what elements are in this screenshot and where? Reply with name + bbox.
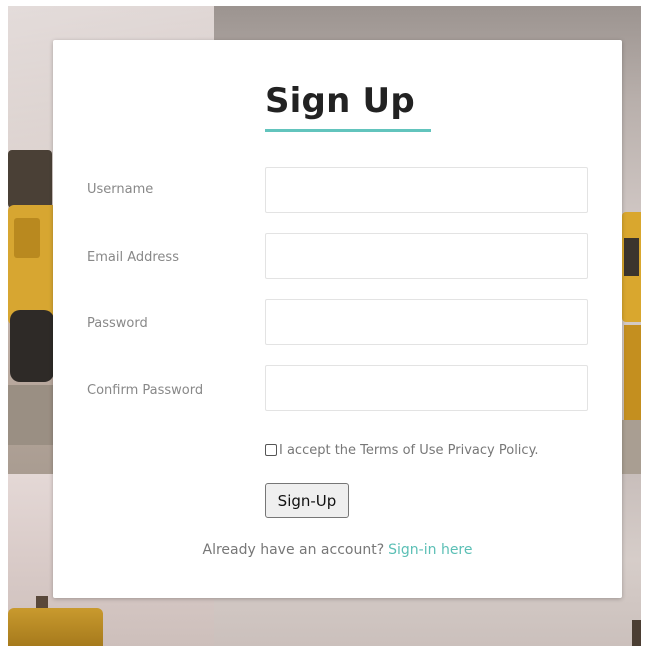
page-title: Sign Up	[265, 81, 415, 121]
title-underline	[265, 129, 431, 132]
machinery-shape	[10, 310, 54, 382]
email-input[interactable]	[265, 233, 588, 279]
ground-shape	[622, 420, 641, 474]
password-input[interactable]	[265, 299, 588, 345]
username-label: Username	[87, 182, 154, 197]
signup-card: Sign Up Username Email Address Password …	[53, 40, 622, 598]
machinery-shape	[624, 238, 639, 276]
terms-checkbox[interactable]	[265, 444, 277, 456]
confirm-password-input[interactable]	[265, 365, 588, 411]
confirm-password-label: Confirm Password	[87, 383, 204, 398]
password-label: Password	[87, 316, 148, 331]
machinery-shape	[624, 325, 641, 420]
machinery-shape	[14, 218, 40, 258]
signup-button[interactable]: Sign-Up	[265, 483, 349, 518]
signin-row: Already have an account? Sign-in here	[53, 540, 622, 560]
signin-prompt: Already have an account?	[202, 542, 385, 558]
signin-link[interactable]: Sign-in here	[388, 542, 472, 558]
terms-row: I accept the Terms of Use Privacy Policy…	[265, 440, 539, 460]
terms-label[interactable]: I accept the Terms of Use Privacy Policy…	[279, 443, 539, 458]
machinery-shape	[632, 620, 641, 646]
machinery-shape	[8, 150, 52, 208]
username-input[interactable]	[265, 167, 588, 213]
machinery-shape	[8, 608, 103, 646]
email-label: Email Address	[87, 250, 179, 265]
ground-shape	[8, 385, 54, 445]
